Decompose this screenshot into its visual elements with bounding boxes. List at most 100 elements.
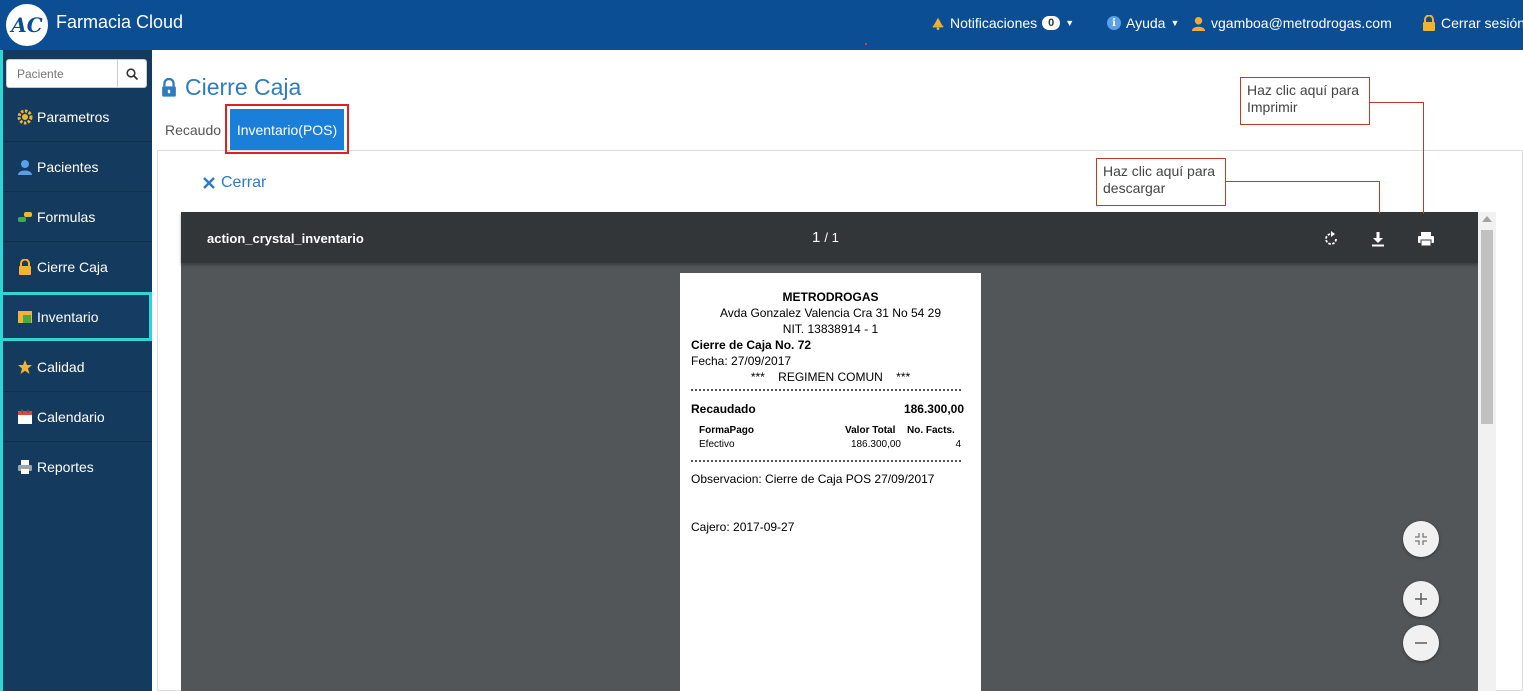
receipt-header-total: Valor Total bbox=[845, 425, 896, 436]
printer-icon bbox=[17, 459, 33, 475]
receipt-address: Avda Gonzalez Valencia Cra 31 No 54 29 bbox=[719, 306, 942, 320]
sidebar-item-calendario[interactable]: Calendario bbox=[0, 392, 152, 441]
fit-page-button[interactable] bbox=[1403, 521, 1439, 557]
page-title-text: Cierre Caja bbox=[185, 74, 302, 100]
pdf-total-pages: / 1 bbox=[824, 230, 839, 245]
lock-icon bbox=[1423, 15, 1435, 31]
sidebar-item-pacientes[interactable]: Pacientes bbox=[0, 142, 152, 191]
notifications-label: Notificaciones bbox=[950, 15, 1038, 31]
download-icon bbox=[1372, 232, 1384, 247]
close-button[interactable]: Cerrar bbox=[203, 174, 266, 192]
zoom-in-button[interactable] bbox=[1403, 581, 1439, 617]
sidebar-item-label: Parametros bbox=[37, 108, 110, 125]
logout-link[interactable]: Cerrar sesión bbox=[1422, 15, 1523, 31]
print-button[interactable] bbox=[1415, 228, 1437, 250]
close-label: Cerrar bbox=[221, 174, 267, 191]
notifications-menu[interactable]: Notificaciones 0 ▼ bbox=[931, 15, 1074, 31]
pdf-page: METRODROGAS Avda Gonzalez Valencia Cra 3… bbox=[680, 273, 981, 691]
plus-icon bbox=[1415, 593, 1427, 605]
chevron-down-icon: ▼ bbox=[1065, 18, 1075, 28]
chevron-down-icon: ▼ bbox=[1170, 18, 1180, 28]
sidebar-item-reportes[interactable]: Reportes bbox=[0, 442, 152, 491]
sidebar-item-label: Formulas bbox=[37, 208, 96, 225]
sidebar-item-label: Inventario bbox=[37, 308, 99, 325]
print-callout: Haz clic aquí para Imprimir bbox=[1240, 77, 1370, 125]
receipt-regime: *** REGIMEN COMUN *** bbox=[750, 370, 911, 384]
rotate-icon bbox=[1325, 231, 1337, 245]
app-title[interactable]: Farmacia Cloud bbox=[56, 12, 183, 33]
receipt-closing-number: Cierre de Caja No. 72 bbox=[691, 338, 812, 352]
patient-search-input[interactable] bbox=[7, 60, 117, 87]
callout-connector bbox=[1225, 181, 1380, 182]
receipt-collected-value: 186.300,00 bbox=[903, 402, 964, 416]
user-icon bbox=[17, 159, 33, 175]
top-navbar: AC Farmacia Cloud Notificaciones 0 ▼ i A… bbox=[0, 0, 1523, 50]
pdf-page-indicator: 1 / 1 bbox=[812, 229, 839, 246]
app-logo[interactable]: AC bbox=[4, 2, 50, 48]
receipt-cashier: Cajero: 2017-09-27 bbox=[691, 520, 795, 534]
tab-recaudo[interactable]: Recaudo bbox=[157, 110, 229, 150]
pdf-current-page[interactable]: 1 bbox=[812, 229, 820, 246]
sidebar-item-inventario[interactable]: Inventario bbox=[0, 292, 152, 341]
lock-icon bbox=[162, 78, 176, 97]
user-email: vgamboa@metrodrogas.com bbox=[1211, 15, 1392, 31]
dotted-divider bbox=[691, 389, 961, 391]
print-callout-line2: Imprimir bbox=[1247, 99, 1298, 115]
logo-text: AC bbox=[11, 13, 43, 37]
scroll-up-arrow-icon[interactable] bbox=[1482, 216, 1492, 222]
info-icon: i bbox=[1107, 16, 1121, 30]
printer-icon bbox=[1418, 232, 1434, 247]
help-label: Ayuda bbox=[1126, 15, 1166, 31]
close-icon bbox=[203, 177, 215, 189]
sidebar-item-label: Cierre Caja bbox=[37, 258, 108, 275]
help-menu[interactable]: i Ayuda ▼ bbox=[1107, 15, 1179, 31]
callout-connector bbox=[1370, 102, 1424, 103]
rotate-button[interactable] bbox=[1320, 228, 1342, 250]
pdf-file-name: action_crystal_inventario bbox=[207, 231, 364, 246]
user-menu[interactable]: vgamboa@metrodrogas.com bbox=[1191, 15, 1392, 31]
print-callout-line1: Haz clic aquí para bbox=[1247, 82, 1360, 98]
user-icon bbox=[1191, 16, 1206, 31]
lock-icon bbox=[17, 258, 33, 275]
box-icon bbox=[17, 309, 33, 325]
zoom-out-button[interactable] bbox=[1403, 625, 1439, 661]
receipt-collected-label: Recaudado bbox=[691, 402, 756, 416]
download-callout: Haz clic aquí para descargar bbox=[1096, 158, 1226, 206]
download-button[interactable] bbox=[1367, 228, 1389, 250]
sidebar-item-label: Calendario bbox=[37, 408, 105, 425]
receipt-row-payment: Efectivo bbox=[699, 439, 735, 450]
receipt-header-payment: FormaPago bbox=[699, 425, 755, 436]
pills-icon bbox=[17, 209, 33, 225]
star-icon bbox=[17, 359, 33, 375]
sidebar-item-calidad[interactable]: Calidad bbox=[0, 342, 152, 391]
search-icon bbox=[126, 67, 138, 80]
sidebar-item-label: Calidad bbox=[37, 358, 85, 375]
gear-icon bbox=[17, 109, 33, 125]
tab-inventario-pos[interactable]: Inventario(POS) bbox=[230, 109, 344, 150]
notifications-count-badge: 0 bbox=[1042, 16, 1061, 30]
fit-to-page-icon bbox=[1415, 533, 1427, 545]
search-button[interactable] bbox=[117, 60, 146, 87]
sidebar-item-cierre-caja[interactable]: Cierre Caja bbox=[0, 242, 152, 291]
bell-icon bbox=[932, 17, 944, 30]
sidebar-item-formulas[interactable]: Formulas bbox=[0, 192, 152, 241]
page-title: Cierre Caja bbox=[161, 74, 301, 101]
decorative-dot bbox=[865, 43, 867, 45]
receipt-date: Fecha: 27/09/2017 bbox=[691, 354, 792, 368]
pdf-scrollbar-thumb[interactable] bbox=[1481, 230, 1493, 424]
receipt-nit: NIT. 13838914 - 1 bbox=[782, 322, 879, 336]
sidebar-item-label: Reportes bbox=[37, 458, 94, 475]
calendar-icon bbox=[17, 409, 33, 425]
sidebar-item-parametros[interactable]: Parametros bbox=[0, 92, 152, 141]
receipt-row-total: 186.300,00 bbox=[850, 439, 901, 450]
receipt-company: METRODROGAS bbox=[782, 290, 879, 304]
download-callout-line1: Haz clic aquí para bbox=[1103, 163, 1216, 179]
patient-search bbox=[6, 59, 147, 88]
download-callout-line2: descargar bbox=[1103, 180, 1166, 196]
dotted-divider bbox=[691, 460, 961, 462]
receipt-header-count: No. Facts. bbox=[907, 425, 955, 436]
minus-icon bbox=[1415, 642, 1427, 644]
logout-label: Cerrar sesión bbox=[1441, 15, 1523, 31]
receipt-observation: Observacion: Cierre de Caja POS 27/09/20… bbox=[691, 472, 935, 486]
callout-connector bbox=[1423, 102, 1424, 214]
